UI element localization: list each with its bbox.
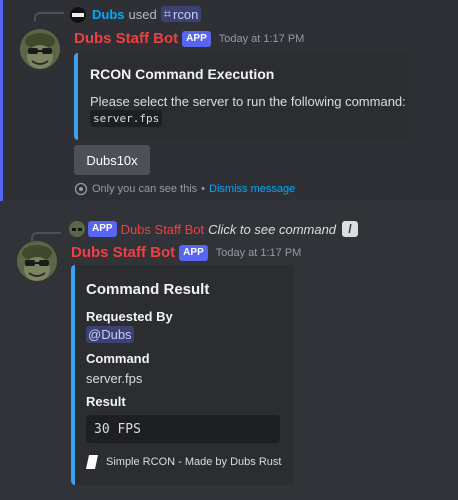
used-text: used bbox=[128, 6, 157, 22]
app-badge: APP bbox=[182, 30, 211, 47]
command-mention[interactable]: ⌗ rcon bbox=[160, 6, 202, 22]
timestamp: Today at 1:17 PM bbox=[218, 32, 305, 45]
interaction-app-badge: APP bbox=[88, 221, 117, 237]
bot-avatar[interactable] bbox=[17, 241, 57, 281]
server-select-button[interactable]: Dubs10x bbox=[74, 145, 150, 175]
reply-user-avatar[interactable] bbox=[70, 7, 86, 23]
dismiss-message-link[interactable]: Dismiss message bbox=[209, 183, 295, 195]
ephemeral-message: Dubs used ⌗ rcon Dubs Staff Bot APP Toda… bbox=[0, 0, 458, 201]
footer-logo-icon bbox=[86, 455, 98, 469]
hash-icon: ⌗ bbox=[163, 6, 172, 21]
field-name-requested-by: Requested By bbox=[86, 309, 173, 324]
interaction-bot-name[interactable]: Dubs Staff Bot bbox=[121, 222, 205, 237]
bot-name[interactable]: Dubs Staff Bot bbox=[74, 30, 178, 47]
app-badge: APP bbox=[179, 244, 208, 261]
slash-command-icon[interactable]: / bbox=[342, 221, 359, 237]
reply-user-name[interactable]: Dubs bbox=[92, 7, 125, 22]
embed-title: RCON Command Execution bbox=[90, 66, 275, 82]
click-to-see-command[interactable]: Click to see command bbox=[208, 222, 336, 237]
timestamp: Today at 1:17 PM bbox=[215, 246, 302, 259]
ephemeral-notice: Only you can see this bbox=[92, 183, 198, 195]
embed-command-result: Command Result Requested By @Dubs Comman… bbox=[71, 265, 294, 485]
reply-connector bbox=[34, 12, 64, 21]
embed-footer: Simple RCON - Made by Dubs Rust bbox=[106, 456, 282, 468]
bot-avatar[interactable] bbox=[20, 29, 60, 69]
result-codeblock: 30 FPS bbox=[86, 415, 280, 443]
user-mention[interactable]: @Dubs bbox=[86, 326, 134, 343]
embed-rcon-execution: RCON Command Execution Please select the… bbox=[74, 53, 409, 140]
embed-title: Command Result bbox=[86, 281, 210, 298]
interaction-bot-avatar[interactable] bbox=[69, 221, 85, 237]
interaction-connector bbox=[31, 232, 61, 241]
field-value-command: server.fps bbox=[86, 371, 143, 386]
separator: • bbox=[201, 183, 206, 195]
embed-description: Please select the server to run the foll… bbox=[90, 94, 406, 109]
field-name-command: Command bbox=[86, 351, 150, 366]
inline-code: server.fps bbox=[90, 110, 163, 127]
eye-icon bbox=[74, 182, 88, 196]
command-result-message: APP Dubs Staff Bot Click to see command … bbox=[0, 201, 458, 500]
bot-name[interactable]: Dubs Staff Bot bbox=[71, 244, 175, 261]
field-name-result: Result bbox=[86, 394, 126, 409]
command-mention-label: rcon bbox=[173, 6, 199, 22]
